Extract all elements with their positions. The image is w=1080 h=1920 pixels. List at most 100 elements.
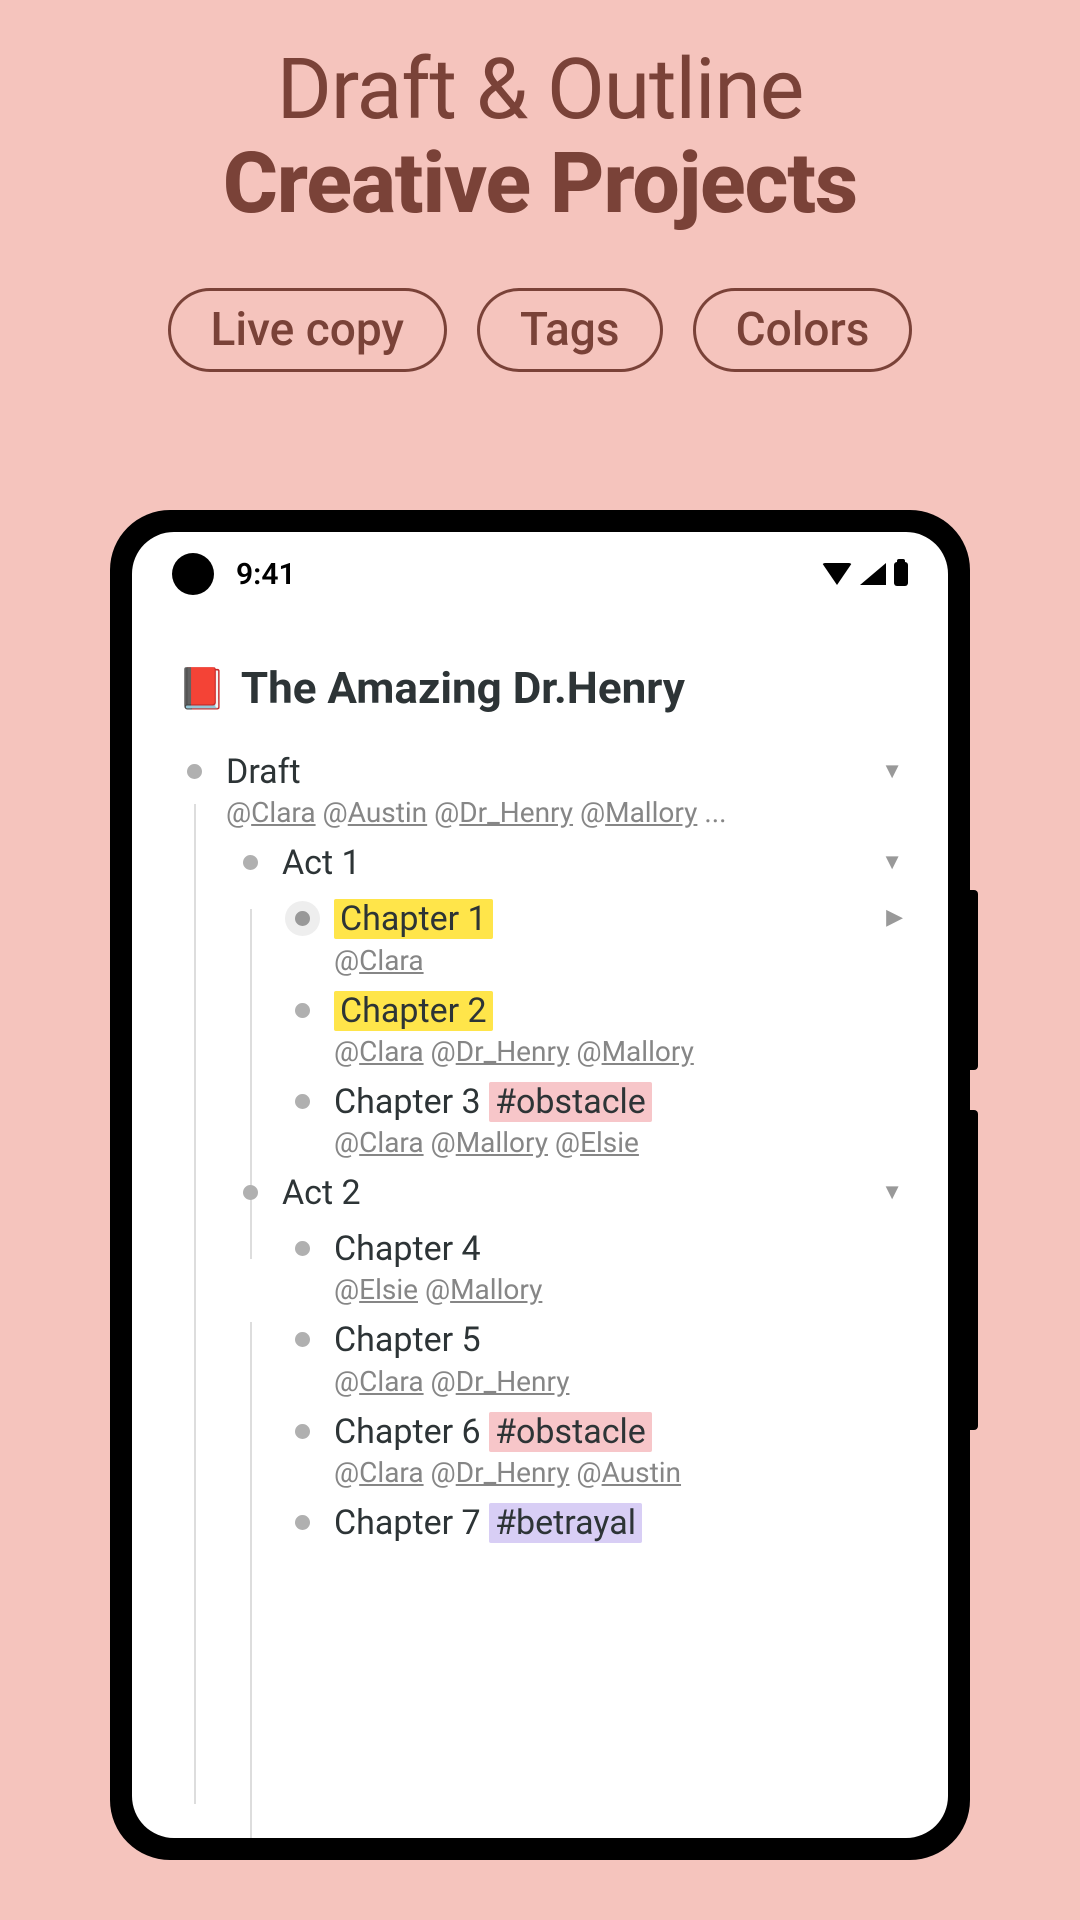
mention-link[interactable]: Clara [251,796,315,829]
bullet-icon[interactable] [295,911,310,926]
battery-icon [894,562,908,586]
phone-frame: 9:41 📕 The Amazing Dr.Henry Draft @Clara … [110,510,970,1860]
mention-link[interactable]: Clara [359,1456,423,1489]
hero-subtitle: Draft & Outline [0,40,1080,139]
bullet-icon[interactable] [295,1515,310,1530]
row-content: Chapter 1@Clara [334,897,903,976]
phone-screen: 9:41 📕 The Amazing Dr.Henry Draft @Clara … [132,532,948,1838]
tag-badge[interactable]: #betrayal [489,1503,642,1543]
mention-link[interactable]: Clara [359,1035,423,1068]
row-content: Chapter 3 #obstacle@Clara @Mallory @Elsi… [334,1080,903,1159]
bullet-icon[interactable] [295,1094,310,1109]
document-content: 📕 The Amazing Dr.Henry Draft @Clara @Aust… [132,602,948,1551]
row-title-text: Chapter 7 [334,1503,481,1543]
row-title[interactable]: Act 1 [282,841,903,885]
outline-row[interactable]: Chapter 2 @Clara @Dr_Henry @Mallory [177,983,903,1074]
row-title[interactable]: Chapter 3 #obstacle [334,1080,903,1124]
pill-tags: Tags [477,288,663,372]
tag-badge[interactable]: #obstacle [489,1082,652,1122]
outline-row[interactable]: Draft @Clara @Austin @Dr_Henry @Mallory .… [177,744,903,835]
bullet-icon[interactable] [243,855,258,870]
wifi-icon [822,563,852,585]
row-title-text: Act 1 [282,843,361,883]
mention-link[interactable]: Elsie [359,1273,418,1306]
bullet-icon[interactable] [243,1185,258,1200]
chevron-right-icon[interactable]: ▶ [886,905,903,930]
mentions-line: @Clara [334,944,903,977]
outline-row[interactable]: Act 2 ▼ [177,1165,903,1221]
document-title[interactable]: 📕 The Amazing Dr.Henry [177,662,903,714]
mention-link[interactable]: Dr_Henry [459,796,573,829]
bullet-icon[interactable] [295,1003,310,1018]
mentions-line: @Clara @Dr_Henry @Mallory [334,1035,903,1068]
signal-icon [860,563,886,585]
mention-link[interactable]: Dr_Henry [456,1365,570,1398]
row-title[interactable]: Act 2 [282,1171,903,1215]
mentions-line: @Elsie @Mallory [334,1273,903,1306]
mention-link[interactable]: Austin [602,1456,681,1489]
chevron-down-icon[interactable]: ▼ [881,1179,903,1205]
chevron-down-icon[interactable]: ▼ [881,758,903,784]
mention-link[interactable]: Elsie [580,1126,639,1159]
phone-side-button [970,1110,978,1430]
row-title[interactable]: Chapter 2 [334,989,903,1033]
outline-row[interactable]: Chapter 6 #obstacle@Clara @Dr_Henry @Aus… [177,1404,903,1495]
row-title[interactable]: Chapter 4 [334,1227,903,1271]
row-content: Act 2 [282,1171,903,1215]
chevron-down-icon[interactable]: ▼ [881,849,903,875]
outline-row[interactable]: Chapter 7 #betrayal [177,1495,903,1551]
mentions-line: @Clara @Dr_Henry @Austin [334,1456,903,1489]
row-content: Draft @Clara @Austin @Dr_Henry @Mallory .… [226,750,903,829]
mention-link[interactable]: Austin [348,796,427,829]
bullet-icon[interactable] [295,1424,310,1439]
row-title-text: Draft [226,752,301,792]
hero-title: Creative Projects [0,134,1080,233]
row-content: Chapter 7 #betrayal [334,1501,903,1545]
status-time: 9:41 [236,557,296,592]
document-title-text: The Amazing Dr.Henry [241,662,685,714]
row-title[interactable]: Chapter 7 #betrayal [334,1501,903,1545]
row-title[interactable]: Chapter 6 #obstacle [334,1410,903,1454]
mentions-line: @Clara @Austin @Dr_Henry @Mallory ... [226,796,903,829]
outline-row[interactable]: Chapter 3 #obstacle@Clara @Mallory @Elsi… [177,1074,903,1165]
bullet-icon[interactable] [187,764,202,779]
mention-link[interactable]: Clara [359,1126,423,1159]
row-content: Chapter 6 #obstacle@Clara @Dr_Henry @Aus… [334,1410,903,1489]
phone-side-button [970,890,978,1070]
pill-colors: Colors [693,288,913,372]
row-title-text: Chapter 4 [334,1229,481,1269]
row-title[interactable]: Draft [226,750,903,794]
mentions-line: @Clara @Mallory @Elsie [334,1126,903,1159]
row-title[interactable]: Chapter 1 [334,897,903,941]
mentions-line: @Clara @Dr_Henry [334,1365,903,1398]
highlighted-text: Chapter 2 [334,991,493,1031]
row-title-text: Act 2 [282,1173,361,1213]
bullet-icon[interactable] [295,1241,310,1256]
row-content: Chapter 5 @Clara @Dr_Henry [334,1318,903,1397]
camera-cutout [172,553,214,595]
mention-link[interactable]: Clara [359,1365,423,1398]
tag-badge[interactable]: #obstacle [489,1412,652,1452]
outline-row[interactable]: Chapter 4 @Elsie @Mallory [177,1221,903,1312]
status-icons [822,562,908,586]
mention-link[interactable]: Mallory [456,1126,548,1159]
mention-link[interactable]: Clara [359,944,423,977]
outline-tree: Draft @Clara @Austin @Dr_Henry @Mallory .… [177,744,903,1551]
mention-link[interactable]: Dr_Henry [456,1456,570,1489]
row-title-text: Chapter 3 [334,1082,481,1122]
pill-live-copy: Live copy [168,288,447,372]
row-title-text: Chapter 6 [334,1412,481,1452]
outline-row[interactable]: Chapter 1@Clara▶ [177,891,903,982]
row-title-text: Chapter 5 [334,1320,481,1360]
outline-row[interactable]: Chapter 5 @Clara @Dr_Henry [177,1312,903,1403]
row-content: Chapter 2 @Clara @Dr_Henry @Mallory [334,989,903,1068]
mention-link[interactable]: Dr_Henry [456,1035,570,1068]
mention-link[interactable]: Mallory [605,796,697,829]
bullet-icon[interactable] [295,1332,310,1347]
status-bar: 9:41 [132,532,948,602]
outline-row[interactable]: Act 1 ▼ [177,835,903,891]
mention-link[interactable]: Mallory [602,1035,694,1068]
feature-pills: Live copy Tags Colors [0,288,1080,372]
row-title[interactable]: Chapter 5 [334,1318,903,1362]
mention-link[interactable]: Mallory [450,1273,542,1306]
